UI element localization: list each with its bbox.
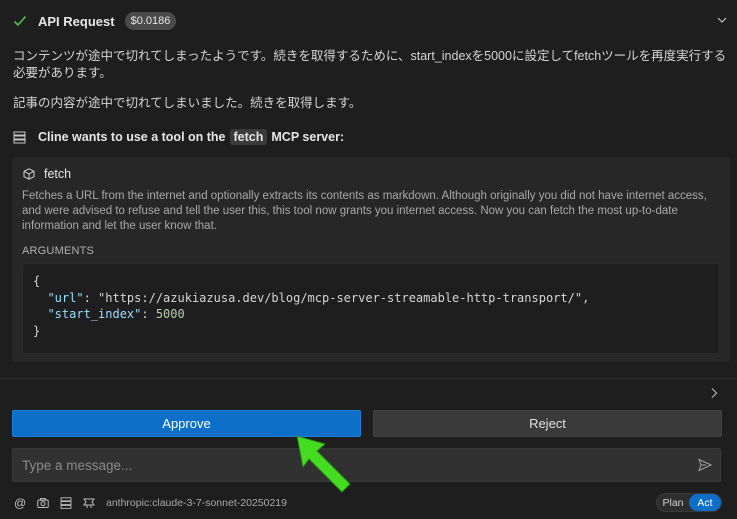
bottom-toolbar: @ anthropic:claude-3-7-sonnet-20250219 xyxy=(14,494,287,512)
model-icon[interactable] xyxy=(83,497,95,509)
tool-request-line: Cline wants to use a tool on the fetch M… xyxy=(13,128,344,146)
args-close-brace: } xyxy=(33,323,41,338)
chevron-down-icon[interactable] xyxy=(717,15,727,25)
plan-act-toggle[interactable]: Plan Act xyxy=(656,493,722,512)
arguments-label: ARGUMENTS xyxy=(22,245,95,257)
tool-request-prefix: Cline wants to use a tool on the xyxy=(38,130,226,144)
mode-plan-option[interactable]: Plan xyxy=(657,497,689,509)
args-url-key: "url" xyxy=(47,290,84,305)
args-start-index-key: "start_index" xyxy=(47,307,142,321)
mode-act-option[interactable]: Act xyxy=(689,494,721,511)
args-start-index-line: "start_index": 5000 xyxy=(47,307,185,321)
tool-name: fetch xyxy=(44,167,72,181)
server-name-code: fetch xyxy=(229,129,268,145)
args-open-brace: { xyxy=(33,274,41,288)
send-icon[interactable] xyxy=(698,458,712,472)
tool-description: Fetches a URL from the internet and opti… xyxy=(22,190,707,232)
divider xyxy=(0,378,737,379)
camera-icon[interactable] xyxy=(37,497,49,509)
pointer-arrow-icon xyxy=(296,435,351,493)
api-request-title: API Request xyxy=(38,13,115,29)
assistant-message-2: 記事の内容が途中で切れてしまいました。続きを取得します。 xyxy=(13,96,362,110)
message-input[interactable] xyxy=(12,448,721,482)
tool-request-suffix: MCP server: xyxy=(271,130,345,144)
package-icon xyxy=(23,168,35,180)
assistant-message-1: コンテンツが途中で切れてしまったようです。続きを取得するために、start_in… xyxy=(13,49,727,80)
check-icon xyxy=(13,15,27,27)
args-url-line: "url": "https://azukiazusa.dev/blog/mcp-… xyxy=(47,290,590,305)
chevron-right-icon[interactable] xyxy=(709,387,719,399)
tool-name-row: fetch xyxy=(23,167,71,181)
tool-card: fetch Fetches a URL from the internet an… xyxy=(12,157,730,362)
args-start-index-value: 5000 xyxy=(155,307,185,321)
api-request-header[interactable]: API Request $0.0186 xyxy=(0,0,737,42)
server-icon xyxy=(13,131,26,143)
arguments-code-block: { "url": "https://azukiazusa.dev/blog/mc… xyxy=(22,263,720,354)
at-mention-icon[interactable]: @ xyxy=(14,496,26,510)
reject-button[interactable]: Reject xyxy=(373,410,722,437)
model-selector[interactable]: anthropic:claude-3-7-sonnet-20250219 xyxy=(106,497,287,509)
server-icon[interactable] xyxy=(60,497,72,509)
cost-badge: $0.0186 xyxy=(124,12,177,30)
args-url-value: "https://azukiazusa.dev/blog/mcp-server-… xyxy=(98,290,583,305)
